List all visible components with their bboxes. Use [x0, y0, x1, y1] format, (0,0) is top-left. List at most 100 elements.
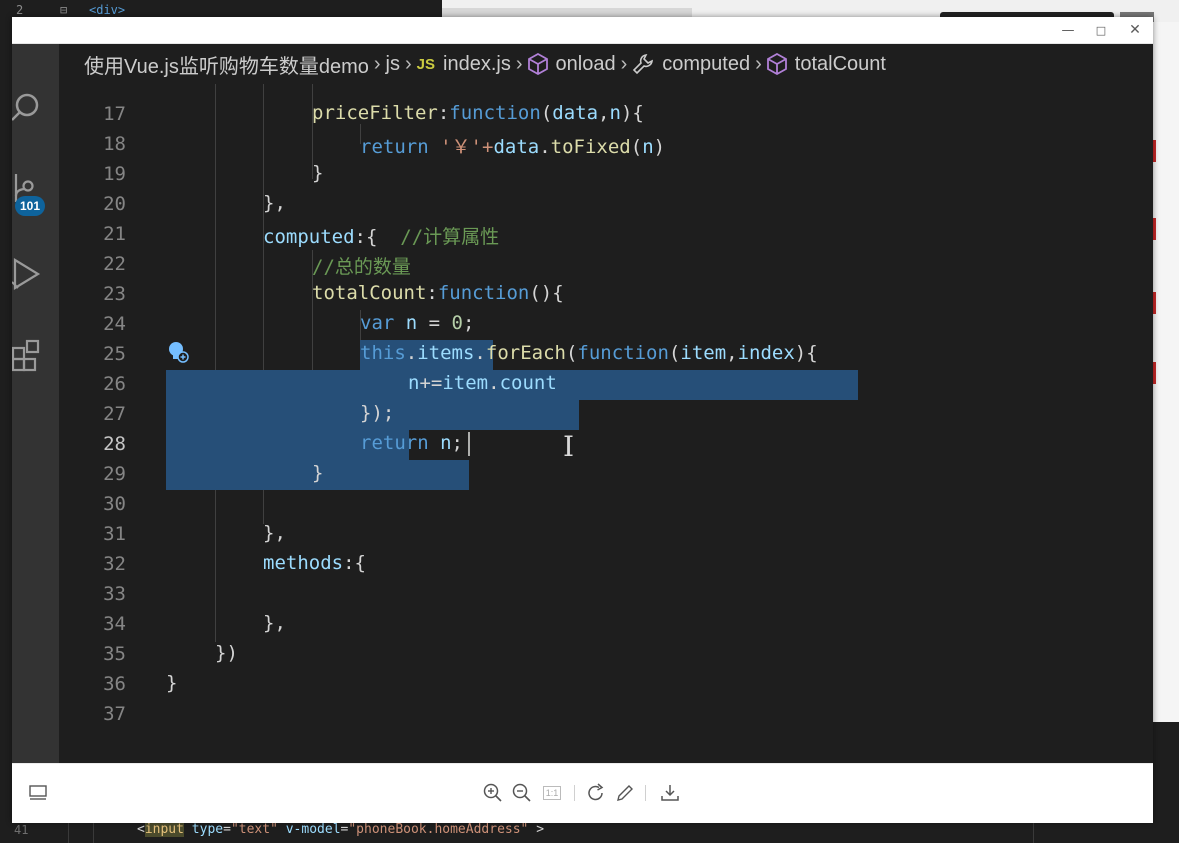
indent-guide — [93, 820, 94, 843]
breadcrumb-symbol-onload[interactable]: onload — [527, 53, 616, 76]
code-token: : — [437, 102, 450, 124]
thumbnail-panel-button[interactable] — [26, 781, 50, 805]
code-token: ' — [428, 136, 452, 158]
line-number: 19 — [103, 163, 126, 185]
breadcrumb-file[interactable]: JS index.js — [417, 53, 511, 76]
search-icon[interactable] — [12, 89, 42, 125]
chevron-right-icon: › — [405, 52, 412, 75]
code-line: 26 n+=item.count — [59, 369, 1153, 399]
code-line: 32 methods:{ — [59, 549, 1153, 579]
code-token: . — [539, 136, 551, 158]
breadcrumb-subfolder[interactable]: js — [386, 53, 400, 76]
code-token: item — [442, 372, 489, 394]
minimize-button[interactable]: — — [1053, 19, 1083, 41]
code-line: 18 return '￥'+data.toFixed(n) — [59, 129, 1153, 159]
image-viewer-window: — □ ✕ 101 使用Vue.js监听购物车数量demo › js › JS … — [12, 17, 1153, 823]
code-token: items — [417, 342, 475, 364]
code-token: ){ — [620, 102, 644, 124]
code-token: += — [419, 372, 443, 394]
code-token: function — [577, 342, 669, 364]
edit-button[interactable] — [613, 781, 637, 805]
line-number: 33 — [103, 583, 126, 605]
close-button[interactable]: ✕ — [1120, 19, 1150, 41]
background-code: <input type="text" v-model="phoneBook.ho… — [137, 822, 544, 837]
lightbulb-icon[interactable] — [167, 339, 189, 365]
actual-size-icon: 1:1 — [542, 786, 562, 800]
breadcrumb-symbol-computed[interactable]: computed — [632, 53, 750, 76]
text-cursor — [468, 432, 470, 456]
background-marker — [1153, 362, 1156, 384]
code-token: computed — [263, 226, 355, 248]
viewer-toolbar: 1:1 — [12, 763, 1153, 823]
wrench-icon — [633, 54, 654, 75]
chevron-right-icon: › — [620, 52, 628, 75]
code-token: this — [360, 342, 406, 364]
maximize-button[interactable]: □ — [1086, 19, 1116, 41]
code-text: computed:{ //计算属性 — [263, 222, 499, 249]
code-token: function — [437, 282, 530, 304]
code-line: 34 }, — [59, 609, 1153, 639]
background-line-number: 41 — [14, 823, 29, 837]
code-token: :{ — [354, 226, 401, 248]
code-token: "phoneBook.homeAddress" — [348, 822, 529, 837]
breadcrumb-symbol-label: totalCount — [794, 52, 886, 75]
background-bottom-line: 41 <input type="text" v-model="phoneBook… — [0, 820, 1179, 843]
toolbar-divider — [645, 785, 646, 801]
code-line: 28 return n; — [59, 429, 1153, 459]
breadcrumb-folder[interactable]: 使用Vue.js监听购物车数量demo — [84, 50, 369, 79]
divider — [1033, 820, 1034, 843]
breadcrumb: 使用Vue.js监听购物车数量demo › js › JS index.js › … — [59, 44, 1153, 84]
line-number: 29 — [103, 463, 126, 485]
code-editor[interactable]: 17 priceFilter:function(data,n){ 18 retu… — [59, 84, 1153, 763]
activity-bar: 101 — [12, 44, 59, 763]
rotate-button[interactable] — [584, 781, 608, 805]
chevron-right-icon: › — [515, 52, 523, 75]
cube-icon — [766, 53, 787, 75]
fold-icon[interactable]: ⊟ — [60, 3, 67, 17]
code-token: //计算属性 — [400, 226, 500, 248]
breadcrumb-symbol-totalcount[interactable]: totalCount — [766, 52, 886, 76]
code-token: :{ — [343, 552, 366, 574]
background-marker — [1153, 218, 1156, 240]
download-button[interactable] — [658, 781, 682, 805]
code-token: = — [417, 312, 452, 334]
code-token: "text" — [230, 822, 278, 837]
code-line: 35 }) — [59, 639, 1153, 669]
code-line: 36 } — [59, 669, 1153, 699]
code-line: 20 }, — [59, 189, 1153, 219]
run-debug-icon[interactable] — [12, 254, 42, 290]
code-token: n — [428, 432, 452, 454]
code-token: n — [642, 136, 654, 158]
breadcrumb-symbol-label: computed — [662, 52, 751, 75]
zoom-out-button[interactable] — [510, 781, 534, 805]
line-number: 34 — [103, 613, 126, 635]
code-line: 33 — [59, 579, 1153, 609]
extensions-icon[interactable] — [12, 338, 42, 374]
background-line-number: 2 — [16, 3, 24, 17]
code-text: }, — [263, 522, 286, 544]
code-text: //总的数量 — [312, 256, 411, 278]
code-token: forEach — [485, 342, 566, 364]
code-token: = — [223, 822, 231, 837]
code-token: < — [137, 822, 145, 837]
code-line: 27 }); — [59, 399, 1153, 429]
line-number: 37 — [103, 703, 126, 725]
code-token: > — [528, 822, 545, 837]
code-token: var — [360, 312, 395, 334]
actual-size-button[interactable]: 1:1 — [540, 781, 564, 805]
line-number: 30 — [103, 493, 126, 515]
line-number: 21 — [103, 223, 126, 245]
chevron-right-icon: › — [373, 52, 381, 75]
code-token: '+ — [470, 136, 494, 158]
code-token: ( — [565, 342, 578, 364]
line-number: 18 — [103, 133, 126, 155]
pencil-icon — [617, 785, 633, 801]
code-line: 21 computed:{ //计算属性 — [59, 219, 1153, 249]
code-line: 22 //总的数量 — [59, 249, 1153, 279]
code-token: ( — [540, 102, 553, 124]
code-token: index — [737, 342, 795, 364]
code-text: }); — [360, 402, 395, 424]
line-number: 23 — [103, 283, 126, 305]
zoom-in-button[interactable] — [481, 781, 505, 805]
code-text: }) — [215, 642, 238, 664]
